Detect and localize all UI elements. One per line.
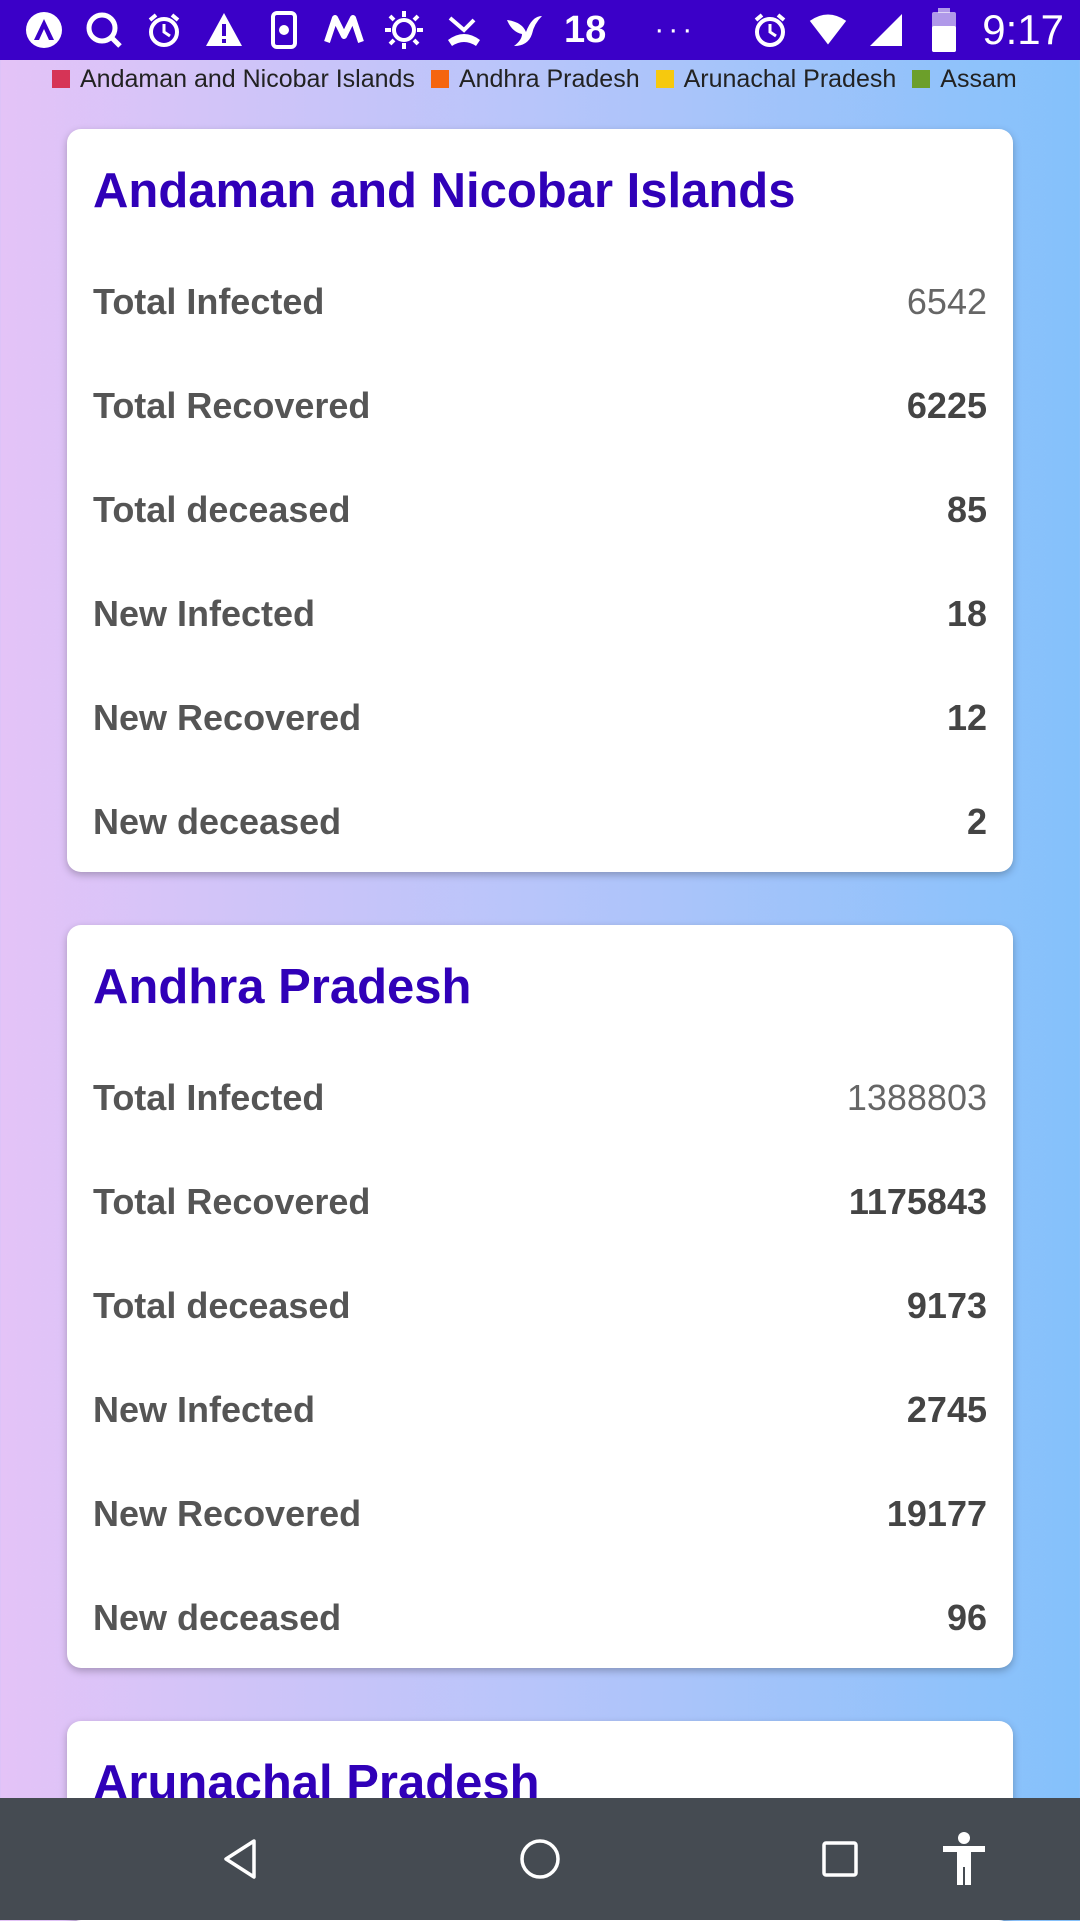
stat-label: Total Recovered (93, 385, 371, 426)
back-icon (224, 1839, 256, 1879)
myntra-icon (324, 10, 364, 50)
stat-row: New Infected 2745 (93, 1380, 987, 1440)
status-bar: 18 ··· 9:17 (0, 0, 1080, 60)
stat-label: Total Infected (93, 281, 325, 322)
stat-row: Total Recovered 1175843 (93, 1172, 987, 1232)
stat-value: 96 (946, 1597, 987, 1638)
phone-settings-icon (264, 10, 304, 50)
stat-row: Total deceased 85 (93, 480, 987, 540)
notification-count: 18 (564, 8, 607, 51)
stat-row: Total Recovered 6225 (93, 376, 987, 436)
stat-row: New Recovered 19177 (93, 1484, 987, 1544)
legend-swatch (912, 70, 931, 88)
accessibility-icon (943, 1832, 985, 1885)
stat-value: 12 (946, 697, 987, 738)
stat-label: New Infected (93, 1389, 316, 1430)
stat-value: 1175843 (848, 1181, 987, 1222)
arch-icon (24, 10, 64, 50)
stat-row: Total Infected 6542 (93, 272, 987, 332)
stat-label: Total Recovered (93, 1181, 371, 1222)
stat-value: 6542 (906, 281, 987, 322)
legend-swatch (430, 70, 449, 88)
stat-row: New Recovered 12 (93, 688, 987, 748)
state-name: Andhra Pradesh (93, 960, 472, 1014)
clock-time: 9:17 (982, 6, 1064, 53)
state-card[interactable]: Andhra Pradesh Total Infected 1388803 To… (67, 925, 1013, 1668)
legend-item[interactable]: Arunachal Pradesh (655, 64, 897, 94)
stat-label: Total Infected (93, 1077, 325, 1118)
stat-label: New deceased (93, 1597, 342, 1638)
stat-label: New Recovered (93, 1493, 362, 1534)
wifi-icon (808, 10, 848, 50)
alarm-icon (144, 10, 184, 50)
stat-row: Total deceased 9173 (93, 1276, 987, 1336)
stat-label: New deceased (93, 801, 342, 842)
stat-value: 2 (966, 801, 987, 842)
accessibility-button[interactable] (924, 1798, 1004, 1920)
legend-label: Assam (940, 64, 1017, 93)
stat-label: Total deceased (93, 1285, 351, 1326)
legend-item[interactable]: Andaman and Nicobar Islands (52, 65, 415, 94)
stat-row: New deceased 2 (93, 792, 987, 852)
stat-value: 19177 (886, 1493, 987, 1534)
legend-label: Andaman and Nicobar Islands (80, 64, 415, 93)
bird-icon (504, 10, 544, 50)
stat-value: 1388803 (846, 1077, 987, 1118)
state-name: Andaman and Nicobar Islands (93, 164, 796, 218)
phone-missed-icon (444, 10, 484, 50)
battery-icon (924, 8, 964, 52)
recents-button[interactable] (800, 1798, 880, 1920)
stat-value: 85 (946, 489, 987, 530)
stat-value: 6225 (906, 385, 987, 426)
chart-legend: Andaman and Nicobar Islands Andhra Prade… (52, 62, 1060, 96)
search-icon (84, 10, 124, 50)
alarm-icon (750, 10, 790, 50)
stat-label: New Infected (93, 593, 316, 634)
more-notifications: ··· (654, 13, 697, 46)
warning-icon (204, 10, 244, 50)
sun-icon (384, 10, 424, 50)
home-button[interactable] (500, 1798, 580, 1920)
legend-swatch (655, 70, 674, 88)
stat-label: Total deceased (93, 489, 351, 530)
legend-item[interactable]: Andhra Pradesh (430, 64, 640, 94)
legend-label: Andhra Pradesh (458, 64, 640, 93)
navigation-bar (0, 1798, 1080, 1920)
stat-label: New Recovered (93, 697, 362, 738)
stat-row: Total Infected 1388803 (93, 1068, 987, 1128)
signal-icon (866, 10, 906, 50)
stat-value: 18 (946, 593, 987, 634)
legend-swatch (52, 70, 70, 88)
recents-icon (822, 1841, 858, 1877)
stat-row: New deceased 96 (93, 1588, 987, 1648)
legend-item[interactable]: Assam (912, 64, 1017, 94)
state-card[interactable]: Andaman and Nicobar Islands Total Infect… (67, 129, 1013, 872)
stat-value: 9173 (906, 1285, 987, 1326)
legend-label: Arunachal Pradesh (683, 64, 897, 93)
stat-value: 2745 (906, 1389, 987, 1430)
stat-row: New Infected 18 (93, 584, 987, 644)
home-icon (520, 1839, 560, 1879)
back-button[interactable] (200, 1798, 280, 1920)
